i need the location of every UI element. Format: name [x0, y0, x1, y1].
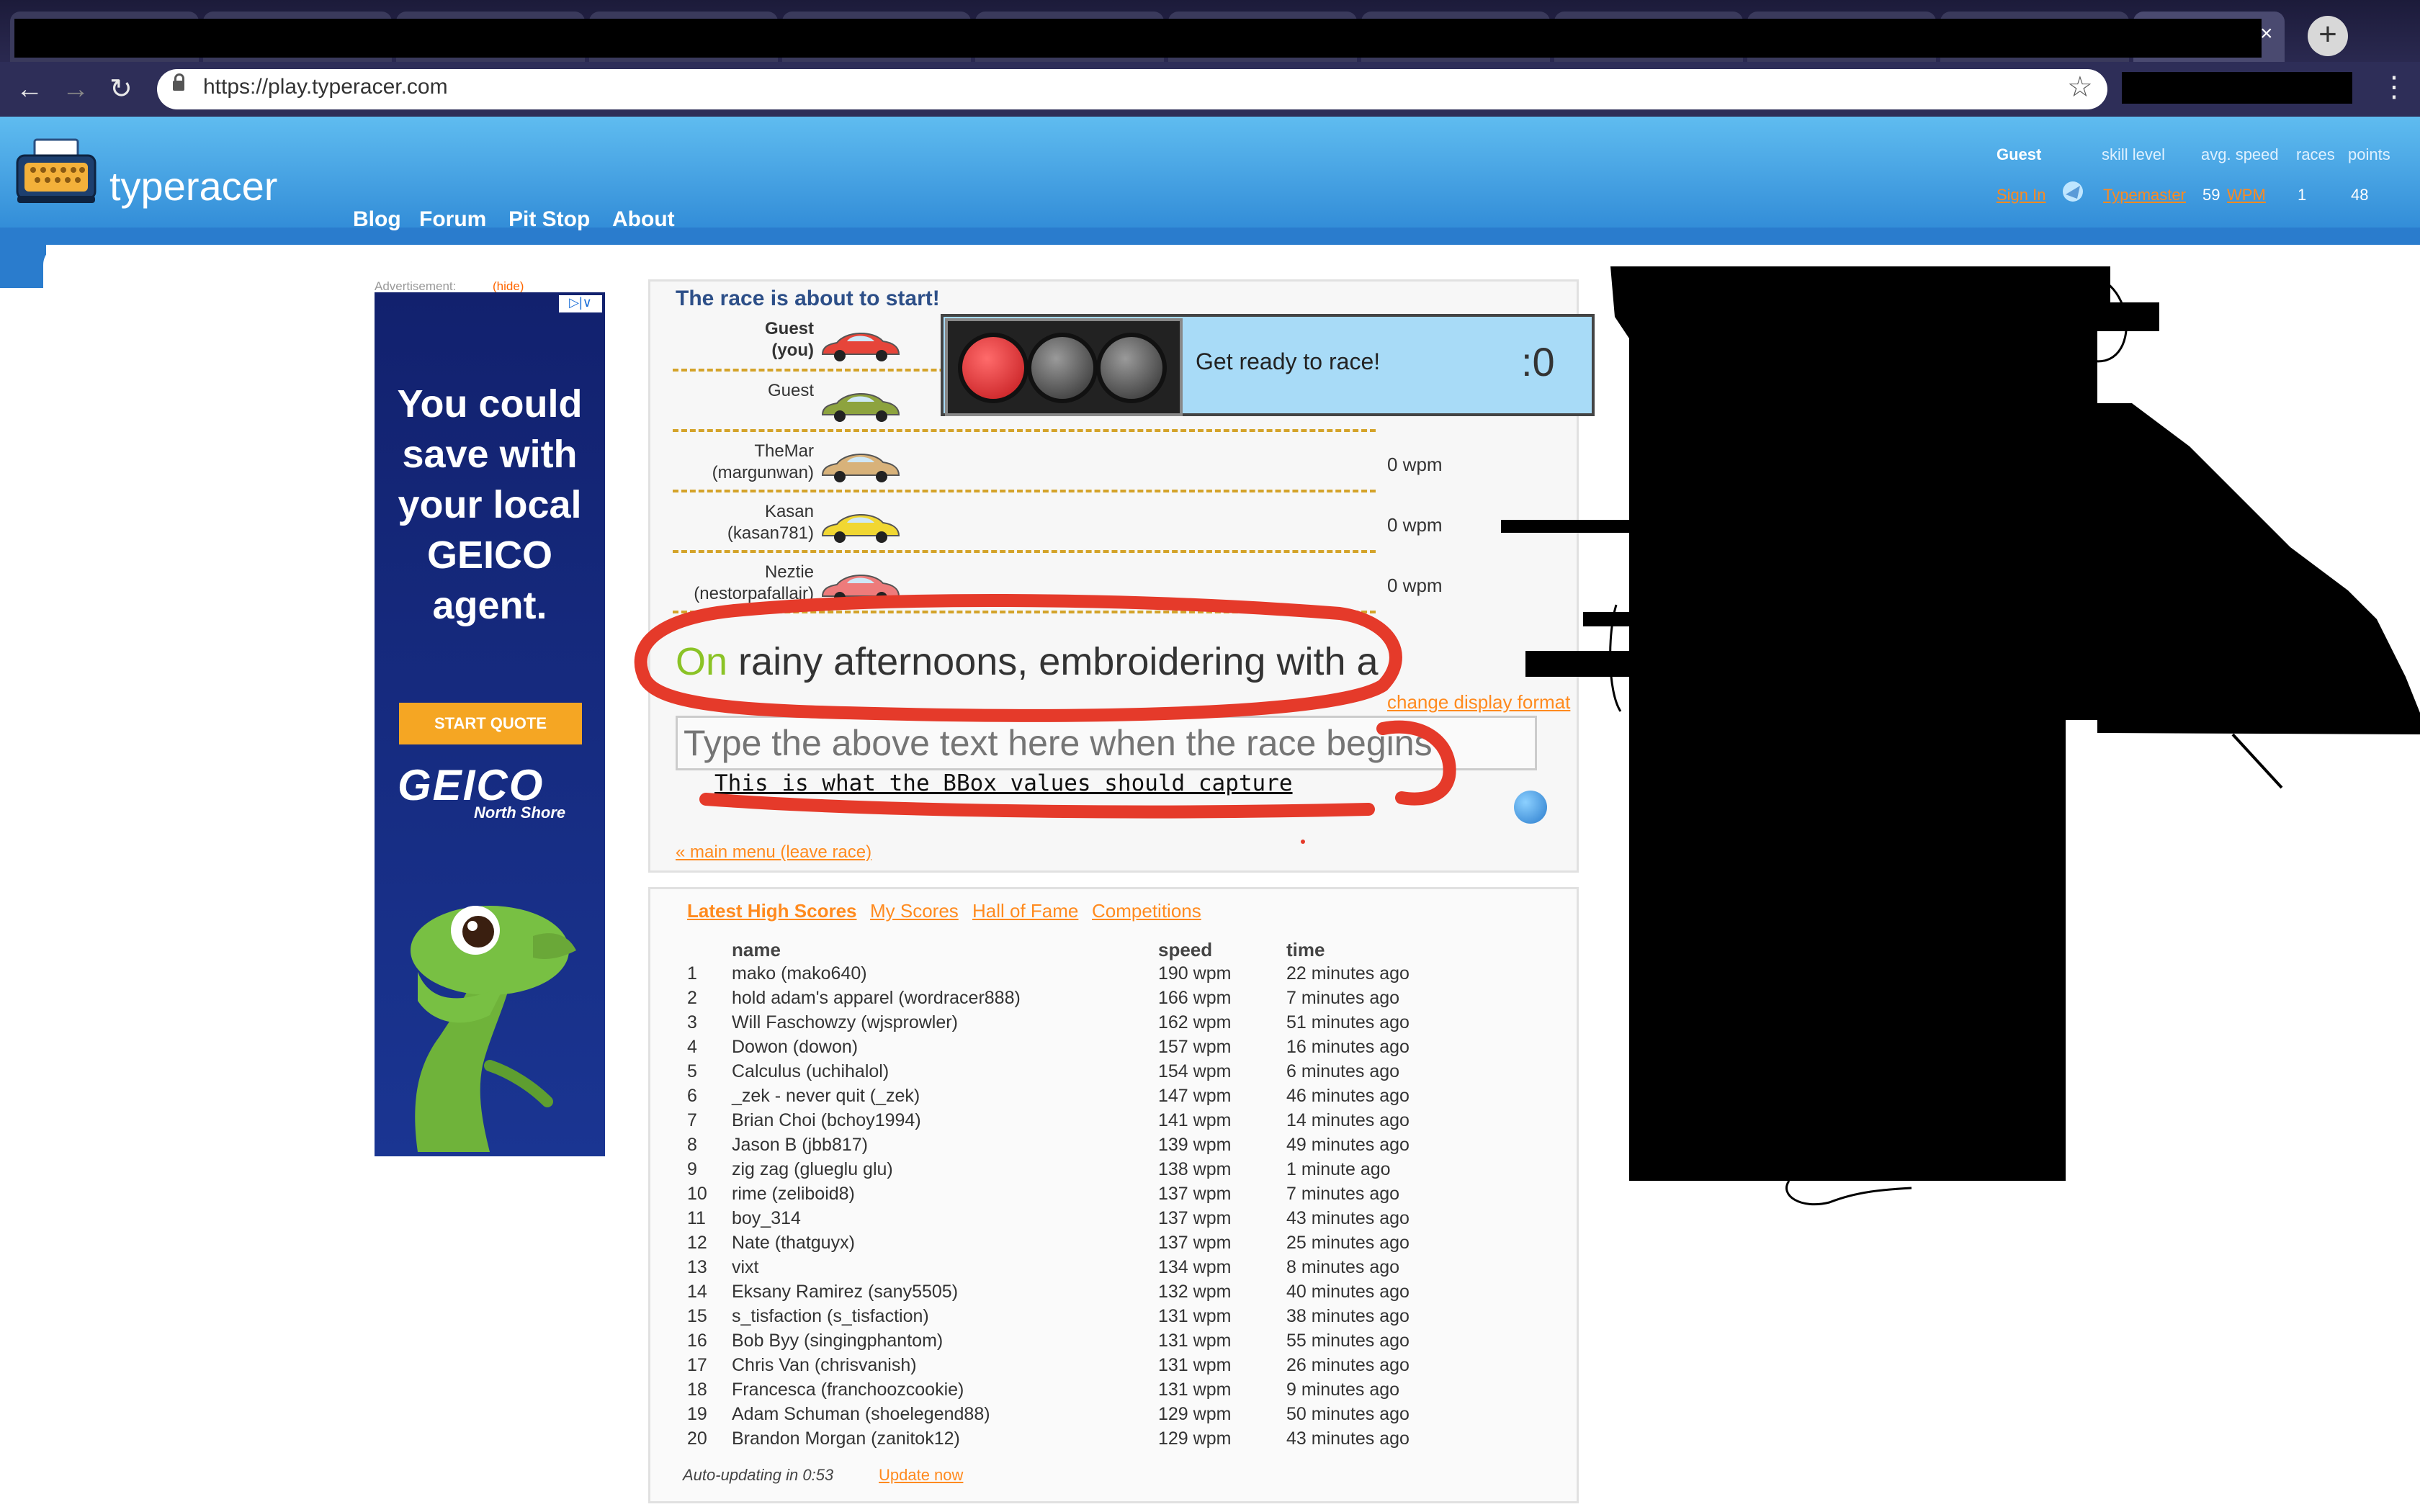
- redaction-shape: [1501, 266, 2420, 1206]
- redaction-block: [1501, 266, 2420, 1181]
